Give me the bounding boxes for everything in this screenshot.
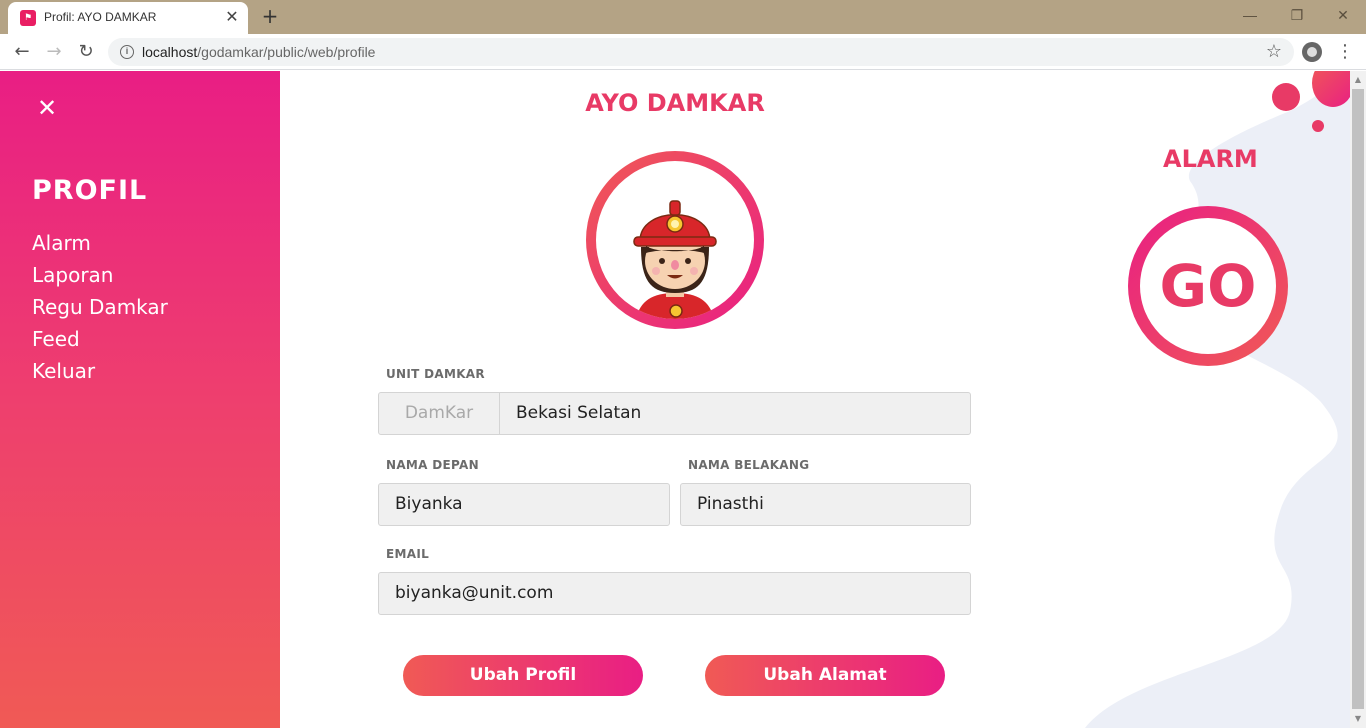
- first-name-label: NAMA DEPAN: [386, 458, 479, 472]
- page: ✕ PROFIL Alarm Laporan Regu Damkar Feed …: [0, 71, 1366, 728]
- unit-value: Bekasi Selatan: [516, 403, 642, 423]
- alarm-go-button[interactable]: GO: [1128, 206, 1288, 366]
- unit-label: UNIT DAMKAR: [386, 367, 485, 381]
- scroll-down-icon[interactable]: ▼: [1350, 712, 1366, 726]
- decor-dot: [1272, 83, 1300, 111]
- browser-menu-icon[interactable]: ⋮: [1336, 40, 1354, 64]
- address-bar: ← → ↻ i localhost/godamkar/public/web/pr…: [0, 34, 1366, 70]
- favicon-icon: ⚑: [20, 10, 36, 26]
- new-tab-button[interactable]: +: [258, 4, 282, 28]
- scroll-thumb[interactable]: [1352, 89, 1364, 709]
- first-name-field[interactable]: Biyanka: [378, 483, 670, 526]
- unit-field[interactable]: DamKar Bekasi Selatan: [378, 392, 971, 435]
- extension-icon[interactable]: [1302, 42, 1322, 62]
- back-icon[interactable]: ←: [10, 40, 34, 64]
- alarm-title: ALARM: [1163, 145, 1258, 173]
- sidebar-item-alarm[interactable]: Alarm: [32, 227, 168, 259]
- reload-icon[interactable]: ↻: [74, 40, 98, 64]
- email-label: EMAIL: [386, 547, 430, 561]
- scrollbar[interactable]: ▲ ▼: [1350, 71, 1366, 728]
- close-sidebar-icon[interactable]: ✕: [36, 96, 58, 120]
- sidebar-item-keluar[interactable]: Keluar: [32, 355, 168, 387]
- edit-address-button[interactable]: Ubah Alamat: [705, 655, 945, 696]
- sidebar-item-regu-damkar[interactable]: Regu Damkar: [32, 291, 168, 323]
- restore-icon[interactable]: ❐: [1283, 4, 1311, 26]
- main-content: AYO DAMKAR UNIT DAMKAR DamKar Bekasi Sel…: [280, 71, 1354, 728]
- forward-icon[interactable]: →: [42, 40, 66, 64]
- avatar[interactable]: [586, 151, 764, 329]
- sidebar-item-feed[interactable]: Feed: [32, 323, 168, 355]
- browser-tab[interactable]: ⚑ Profil: AYO DAMKAR ✕: [8, 2, 248, 34]
- url-input[interactable]: i localhost/godamkar/public/web/profile …: [108, 38, 1294, 66]
- edit-profile-button[interactable]: Ubah Profil: [403, 655, 643, 696]
- firefighter-avatar-icon: [633, 200, 717, 319]
- email-field[interactable]: biyanka@unit.com: [378, 572, 971, 615]
- go-label: GO: [1140, 218, 1276, 354]
- bookmark-star-icon[interactable]: ☆: [1266, 41, 1282, 62]
- minimize-icon[interactable]: —: [1236, 4, 1264, 26]
- sidebar-menu: Alarm Laporan Regu Damkar Feed Keluar: [32, 227, 168, 387]
- url-text: localhost/godamkar/public/web/profile: [142, 44, 376, 60]
- sidebar: ✕ PROFIL Alarm Laporan Regu Damkar Feed …: [0, 71, 280, 728]
- last-name-field[interactable]: Pinasthi: [680, 483, 971, 526]
- last-name-label: NAMA BELAKANG: [688, 458, 810, 472]
- decor-dot: [1312, 120, 1324, 132]
- sidebar-item-laporan[interactable]: Laporan: [32, 259, 168, 291]
- info-icon[interactable]: i: [120, 45, 134, 59]
- browser-tab-bar: ⚑ Profil: AYO DAMKAR ✕ + — ❐ ✕: [0, 0, 1366, 34]
- sidebar-title: PROFIL: [32, 175, 148, 206]
- app-title: AYO DAMKAR: [585, 89, 765, 117]
- unit-prefix: DamKar: [379, 393, 500, 434]
- tab-close-icon[interactable]: ✕: [222, 7, 242, 27]
- scroll-up-icon[interactable]: ▲: [1350, 73, 1366, 87]
- window-close-icon[interactable]: ✕: [1329, 4, 1357, 26]
- tab-title: Profil: AYO DAMKAR: [44, 10, 157, 24]
